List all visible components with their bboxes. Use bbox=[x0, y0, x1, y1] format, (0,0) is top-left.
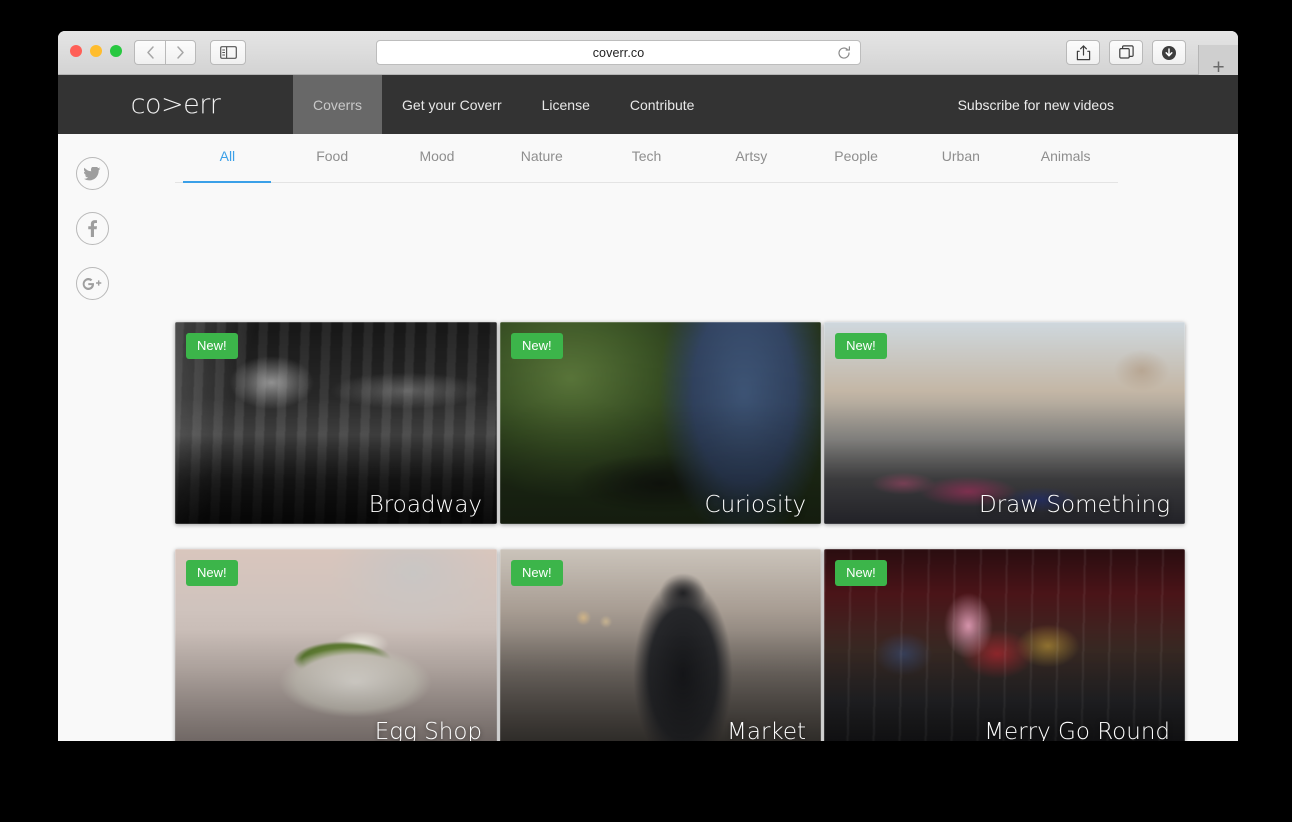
video-row: New! Broadway New! Curiosity New! Draw S… bbox=[175, 322, 1185, 524]
sidebar-toggle-icon bbox=[219, 46, 237, 59]
tab-label: All bbox=[219, 148, 236, 164]
category-tabs: All Food Mood Nature Tech Artsy People U… bbox=[175, 146, 1118, 183]
facebook-share-button[interactable] bbox=[75, 212, 109, 245]
download-icon bbox=[1162, 45, 1176, 60]
downloads-button[interactable] bbox=[1152, 40, 1186, 65]
tab-animals[interactable]: Animals bbox=[1013, 146, 1118, 182]
window-controls bbox=[70, 45, 122, 57]
new-badge: New! bbox=[835, 333, 887, 359]
video-card-egg-shop[interactable]: New! Egg Shop bbox=[175, 549, 498, 741]
twitter-icon bbox=[83, 166, 101, 180]
tab-food[interactable]: Food bbox=[280, 146, 385, 182]
minimize-window-button[interactable] bbox=[90, 45, 102, 57]
reload-button[interactable] bbox=[836, 45, 852, 61]
site-header: co>err Coverrs Get your Coverr License C… bbox=[58, 75, 1238, 134]
video-grid: New! Broadway New! Curiosity New! Draw S… bbox=[175, 322, 1185, 741]
tab-label: People bbox=[834, 148, 878, 164]
nav-item-label: License bbox=[541, 96, 590, 113]
tab-label: Artsy bbox=[735, 148, 768, 164]
tab-label: Mood bbox=[419, 148, 455, 164]
zoom-window-button[interactable] bbox=[110, 45, 122, 57]
sidebar-toggle-button[interactable] bbox=[210, 40, 246, 65]
page-body: All Food Mood Nature Tech Artsy People U… bbox=[58, 134, 1238, 741]
close-window-button[interactable] bbox=[70, 45, 82, 57]
site-logo[interactable]: co>err bbox=[58, 75, 293, 134]
forward-button[interactable] bbox=[165, 40, 196, 65]
video-title: Broadway bbox=[368, 492, 483, 518]
tab-all[interactable]: All bbox=[175, 146, 280, 183]
new-badge: New! bbox=[835, 560, 887, 586]
nav-item-label: Get your Coverr bbox=[402, 96, 502, 113]
nav-item-coverrs[interactable]: Coverrs bbox=[293, 75, 383, 134]
tab-mood[interactable]: Mood bbox=[385, 146, 490, 182]
video-title: Egg Shop bbox=[374, 719, 483, 741]
toolbar-actions bbox=[1066, 40, 1186, 65]
twitter-share-button[interactable] bbox=[75, 157, 109, 190]
video-title: Draw Something bbox=[979, 492, 1170, 518]
tab-artsy[interactable]: Artsy bbox=[699, 146, 804, 182]
subscribe-link[interactable]: Subscribe for new videos bbox=[958, 75, 1238, 134]
subscribe-label: Subscribe for new videos bbox=[957, 96, 1114, 113]
browser-window: coverr.co + co>err Coverrs Get your Cove… bbox=[58, 31, 1238, 741]
new-badge: New! bbox=[511, 560, 563, 586]
tab-label: Tech bbox=[631, 148, 662, 164]
video-card-market[interactable]: New! Market bbox=[500, 549, 822, 741]
video-card-draw-something[interactable]: New! Draw Something bbox=[824, 322, 1185, 524]
tab-overview-button[interactable] bbox=[1109, 40, 1143, 65]
browser-toolbar: coverr.co + bbox=[58, 31, 1238, 89]
new-badge: New! bbox=[186, 560, 238, 586]
share-icon bbox=[1076, 44, 1090, 60]
chevron-left-icon bbox=[146, 46, 154, 59]
nav-item-label: Coverrs bbox=[313, 96, 363, 113]
chevron-right-icon bbox=[177, 46, 184, 59]
video-card-broadway[interactable]: New! Broadway bbox=[175, 322, 498, 524]
reload-icon bbox=[838, 46, 850, 59]
video-row: New! Egg Shop New! Market New! Merry Go … bbox=[175, 549, 1185, 741]
social-share-rail bbox=[64, 157, 120, 300]
tab-label: Urban bbox=[941, 148, 980, 164]
video-title: Curiosity bbox=[704, 492, 807, 518]
nav-item-get-your-coverr[interactable]: Get your Coverr bbox=[382, 75, 522, 134]
address-bar[interactable]: coverr.co bbox=[376, 40, 861, 65]
new-badge: New! bbox=[186, 333, 238, 359]
tab-tech[interactable]: Tech bbox=[594, 146, 699, 182]
tab-label: Nature bbox=[520, 148, 563, 164]
back-button[interactable] bbox=[134, 40, 165, 65]
nav-item-label: Contribute bbox=[629, 96, 695, 113]
facebook-icon bbox=[87, 220, 97, 237]
share-button[interactable] bbox=[1066, 40, 1100, 65]
tab-label: Food bbox=[316, 148, 349, 164]
new-badge: New! bbox=[511, 333, 563, 359]
nav-item-contribute[interactable]: Contribute bbox=[610, 75, 715, 134]
googleplus-share-button[interactable] bbox=[75, 267, 109, 300]
video-card-merry-go-round[interactable]: New! Merry Go Round bbox=[824, 549, 1185, 741]
tab-overview-icon bbox=[1118, 45, 1134, 59]
tab-label: Animals bbox=[1040, 148, 1091, 164]
google-plus-icon bbox=[82, 277, 102, 290]
url-text: coverr.co bbox=[592, 45, 645, 60]
tab-people[interactable]: People bbox=[804, 146, 909, 182]
video-card-curiosity[interactable]: New! Curiosity bbox=[500, 322, 822, 524]
nav-item-license[interactable]: License bbox=[522, 75, 610, 134]
tab-urban[interactable]: Urban bbox=[908, 146, 1013, 182]
video-title: Market bbox=[727, 719, 807, 741]
tab-nature[interactable]: Nature bbox=[489, 146, 594, 182]
video-title: Merry Go Round bbox=[984, 719, 1170, 741]
